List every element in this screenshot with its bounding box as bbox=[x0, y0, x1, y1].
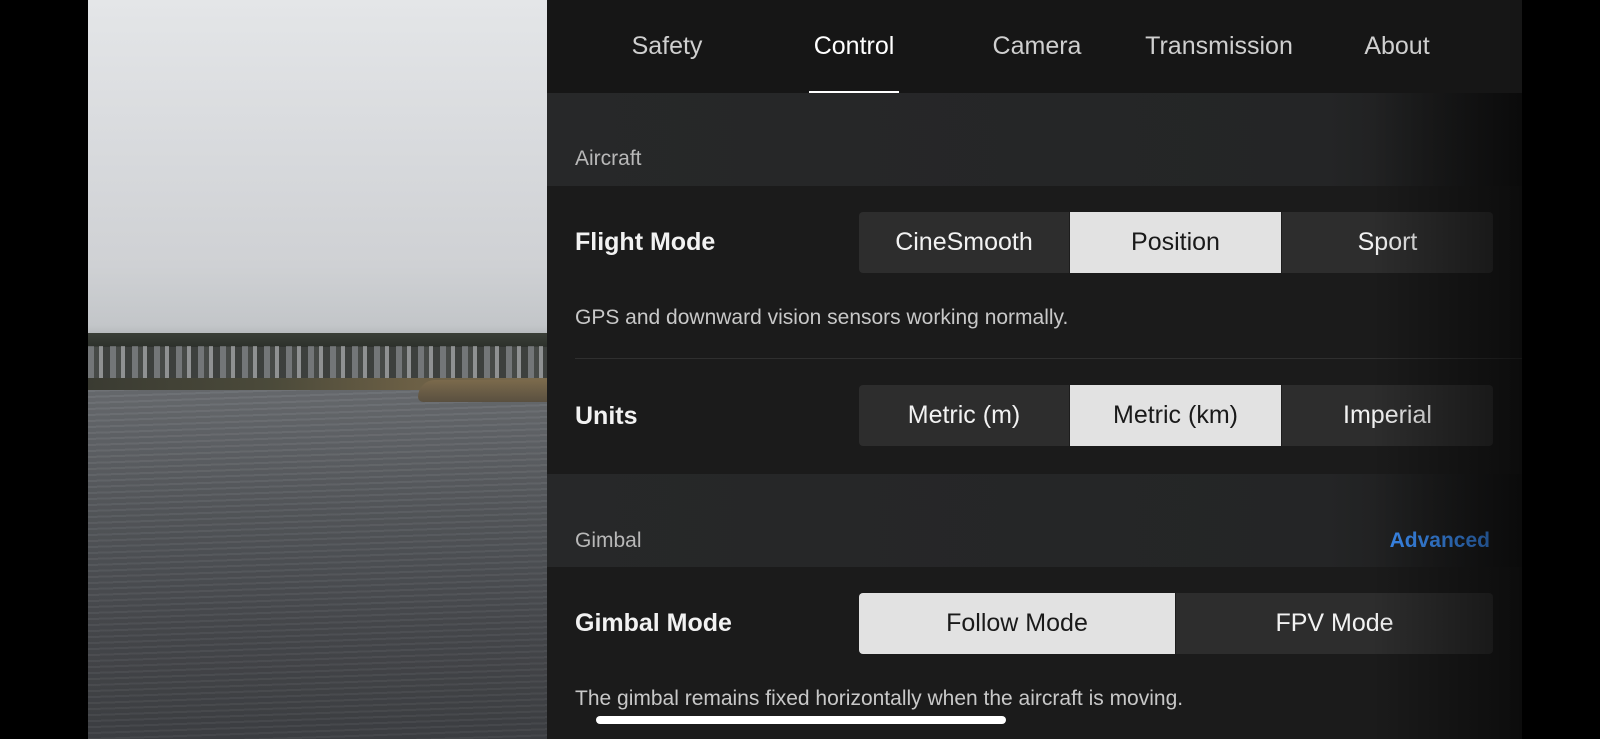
tab-label: Camera bbox=[992, 32, 1082, 60]
tab-label: Transmission bbox=[1145, 32, 1293, 60]
gimbal-mode-label: Gimbal Mode bbox=[575, 609, 732, 637]
preview-reeds bbox=[418, 380, 547, 402]
gimbal-fpv-mode-option[interactable]: FPV Mode bbox=[1176, 593, 1493, 654]
divider bbox=[575, 358, 1522, 359]
settings-tabs: Safety Control Camera Transmission About bbox=[547, 0, 1522, 93]
flight-mode-label: Flight Mode bbox=[575, 228, 716, 256]
preview-water bbox=[88, 390, 547, 739]
gimbal-section-header: Gimbal Advanced bbox=[547, 474, 1522, 567]
units-label: Units bbox=[575, 402, 638, 430]
units-selector: Metric (m) Metric (km) Imperial bbox=[859, 385, 1493, 446]
tab-camera[interactable]: Camera bbox=[967, 0, 1107, 93]
camera-preview bbox=[88, 0, 547, 739]
tab-label: Safety bbox=[631, 32, 703, 60]
gimbal-section-title: Gimbal bbox=[575, 529, 642, 552]
tab-label: About bbox=[1364, 32, 1430, 60]
flight-mode-cinesmooth-option[interactable]: CineSmooth bbox=[859, 212, 1070, 273]
tab-about[interactable]: About bbox=[1327, 0, 1467, 93]
advanced-link[interactable]: Advanced bbox=[1390, 529, 1490, 553]
tab-label: Control bbox=[813, 32, 895, 60]
home-indicator[interactable] bbox=[596, 716, 1006, 724]
flight-mode-sport-option[interactable]: Sport bbox=[1282, 212, 1493, 273]
flight-mode-position-option[interactable]: Position bbox=[1070, 212, 1282, 273]
aircraft-section-title: Aircraft bbox=[575, 147, 642, 170]
gimbal-follow-mode-option[interactable]: Follow Mode bbox=[859, 593, 1176, 654]
units-metric-km-option[interactable]: Metric (km) bbox=[1070, 385, 1282, 446]
aircraft-section-header: Aircraft bbox=[547, 93, 1522, 186]
flight-mode-description: GPS and downward vision sensors working … bbox=[575, 306, 1069, 329]
tab-transmission[interactable]: Transmission bbox=[1129, 0, 1309, 93]
tab-safety[interactable]: Safety bbox=[587, 0, 747, 93]
gimbal-mode-description: The gimbal remains fixed horizontally wh… bbox=[575, 687, 1184, 710]
units-metric-m-option[interactable]: Metric (m) bbox=[859, 385, 1070, 446]
units-imperial-option[interactable]: Imperial bbox=[1282, 385, 1493, 446]
gimbal-mode-selector: Follow Mode FPV Mode bbox=[859, 593, 1493, 654]
settings-panel: Safety Control Camera Transmission About… bbox=[547, 0, 1522, 739]
preview-treeline bbox=[88, 333, 547, 347]
tab-control[interactable]: Control bbox=[809, 0, 899, 93]
flight-mode-selector: CineSmooth Position Sport bbox=[859, 212, 1493, 273]
